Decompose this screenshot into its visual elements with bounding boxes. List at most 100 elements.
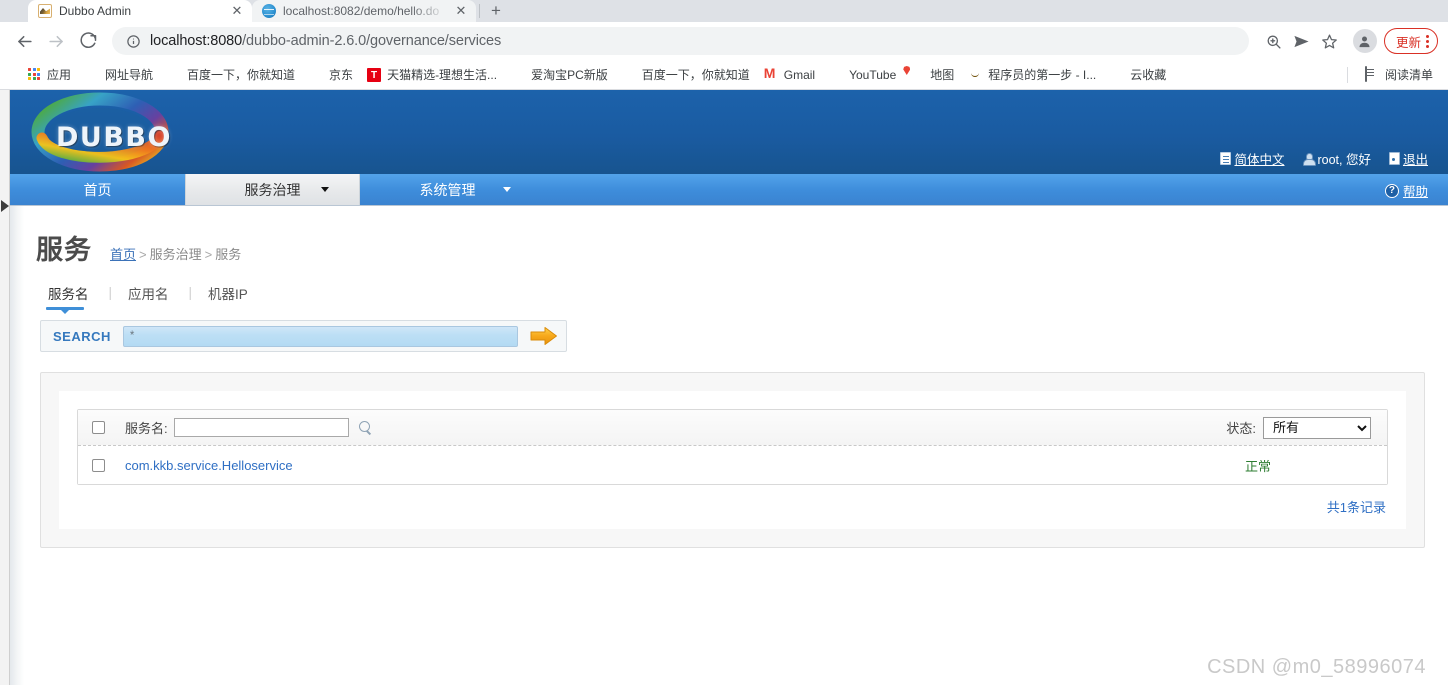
profile-avatar[interactable] [1352,29,1377,53]
breadcrumb-level2: 服务治理 [149,247,202,262]
bookmark-apps[interactable]: 应用 [20,63,78,86]
status-select[interactable]: 所有 [1263,416,1371,439]
new-tab-button[interactable]: + [483,0,509,22]
greeting-label: root, 您好 [1317,153,1371,167]
tab-title: Dubbo Admin [59,4,132,18]
page-viewport: DUBBO 简体中文 root, 您好 退出 首页 服务治理 系统管理 ? 帮助… [0,90,1448,685]
service-name-link[interactable]: com.kkb.service.Helloservice [125,458,293,473]
tab-service-name[interactable]: 服务名 [46,281,95,314]
back-arrow-icon[interactable] [10,27,38,55]
sub-tabs: 服务名 | 应用名 | 机器IP [10,281,1448,314]
tab-machine-ip[interactable]: 机器IP [206,281,254,310]
service-name-filter-input[interactable] [173,418,349,437]
help-link[interactable]: ? 帮助 [1384,181,1428,200]
row-checkbox[interactable] [92,458,105,472]
bookmark-yunshoucang[interactable]: 云收藏 [1103,63,1173,86]
question-mark-icon: ? [1384,183,1399,198]
logout-link[interactable]: 退出 [1388,149,1428,168]
nav-label: 服务治理 [244,181,301,198]
bookmark-label: 京东 [329,68,354,82]
close-tab-icon[interactable]: ✕ [454,4,468,18]
nav-item-system-management[interactable]: 系统管理 [360,174,535,205]
dubbo-favicon-icon [38,4,52,18]
orange-arrow-icon [530,327,557,345]
youtube-icon [829,67,844,82]
zoom-in-icon[interactable] [1261,28,1287,54]
bookmark-label: 应用 [47,68,72,82]
url-path: /dubbo-admin-2.6.0/governance/services [242,33,502,49]
tab-label: 应用名 [128,287,169,302]
bookmark-label: 爱淘宝PC新版 [531,68,608,82]
bookmark-tmall[interactable]: T 天猫精选-理想生活... [360,63,504,86]
service-name-cell: com.kkb.service.Helloservice [125,458,1245,473]
dubbo-logo[interactable]: DUBBO [20,92,180,172]
user-greeting: root, 您好 [1302,149,1371,168]
reload-arrow-icon[interactable] [74,27,102,55]
update-button[interactable]: 更新 [1383,28,1438,54]
address-bar[interactable]: localhost:8080/dubbo-admin-2.6.0/governa… [112,27,1249,55]
browser-tab-dubbo-admin[interactable]: Dubbo Admin ✕ [28,0,252,22]
bookmark-jd[interactable]: 京东 [302,63,360,86]
tab-label: 机器IP [208,287,248,302]
service-name-label: 服务名: [125,421,168,436]
total-records-label[interactable]: 共1条记录 [1327,497,1386,516]
reading-list-button[interactable]: 阅读清单 [1358,63,1440,86]
browser-tab-demo-hello[interactable]: localhost:8082/demo/hello.do ✕ [252,0,476,22]
globe-icon [309,67,324,82]
bookmark-baidu-1[interactable]: 百度一下，你就知道 [160,63,302,86]
magnifier-icon[interactable] [358,420,373,435]
status-label: 状态: [1226,421,1256,436]
reading-list-icon [1364,66,1380,82]
bookmark-taobao[interactable]: 爱淘宝PC新版 [504,63,615,86]
bookmark-programmer[interactable]: 程序员的第一步 - I... [961,63,1103,86]
collapse-arrow-icon[interactable] [1,200,9,212]
services-table: 服务名: 状态: 所有 com.kkb.service.Helloservice… [77,409,1388,485]
content-left-shade [10,206,24,685]
language-label[interactable]: 简体中文 [1234,149,1284,168]
select-all-checkbox[interactable] [92,421,105,434]
service-name-filter-cell: 服务名: [125,418,1226,437]
breadcrumb-home[interactable]: 首页 [110,247,136,262]
search-input[interactable] [122,325,518,347]
status-filter-cell: 状态: 所有 [1226,416,1371,439]
dubbo-admin-page: DUBBO 简体中文 root, 您好 退出 首页 服务治理 系统管理 ? 帮助… [10,90,1448,685]
bookmark-maps[interactable]: 地图 [903,63,961,86]
star-icon[interactable] [1317,28,1343,54]
tab-title: localhost:8082/demo/hello.do [283,4,440,18]
bookmark-youtube[interactable]: YouTube [822,64,903,85]
bookmark-gmail[interactable]: M Gmail [757,64,822,85]
bookmark-hao123[interactable]: 网址导航 [78,63,160,86]
table-row[interactable]: com.kkb.service.Helloservice 正常 [78,446,1387,484]
tab-divider [479,4,480,18]
close-tab-icon[interactable]: ✕ [230,4,244,18]
bookmark-baidu-2[interactable]: 百度一下，你就知道 [615,63,757,86]
tab-application-name[interactable]: 应用名 [126,281,175,310]
results-outer-panel: 服务名: 状态: 所有 com.kkb.service.Helloservice… [40,372,1425,548]
language-switch[interactable]: 简体中文 [1220,149,1284,168]
update-label: 更新 [1395,35,1421,50]
bookmark-label: 地图 [930,68,955,82]
nav-label: 系统管理 [419,181,476,198]
bookmarks-bar: 应用 网址导航 百度一下，你就知道 京东 T 天猫精选-理想生活... 爱淘宝P… [0,60,1448,90]
user-icon [1302,152,1316,166]
bookmark-label: Gmail [783,67,816,82]
url-text: localhost:8080/dubbo-admin-2.6.0/governa… [150,33,501,49]
browser-tab-strip: Dubbo Admin ✕ localhost:8082/demo/hello.… [0,0,1448,22]
logout-label[interactable]: 退出 [1403,149,1428,168]
header-user-links: 简体中文 root, 您好 退出 [1220,149,1428,168]
main-nav: 首页 服务治理 系统管理 ? 帮助 [10,174,1448,206]
bookmark-label: 云收藏 [1130,68,1167,82]
globe-favicon-icon [262,4,276,18]
url-host: localhost:8080 [150,33,243,49]
nav-item-home[interactable]: 首页 [10,174,185,205]
info-circle-icon[interactable] [126,34,141,49]
forward-arrow-icon[interactable] [42,27,70,55]
browser-menu-icon[interactable] [1426,34,1429,48]
nav-item-service-governance[interactable]: 服务治理 [185,174,360,205]
search-submit-button[interactable] [530,326,558,346]
help-label: 帮助 [1402,185,1428,199]
app-header: DUBBO 简体中文 root, 您好 退出 [10,90,1448,174]
browser-window: Dubbo Admin ✕ localhost:8082/demo/hello.… [0,0,1448,90]
send-icon[interactable] [1289,28,1315,54]
breadcrumb-level3: 服务 [215,247,242,262]
